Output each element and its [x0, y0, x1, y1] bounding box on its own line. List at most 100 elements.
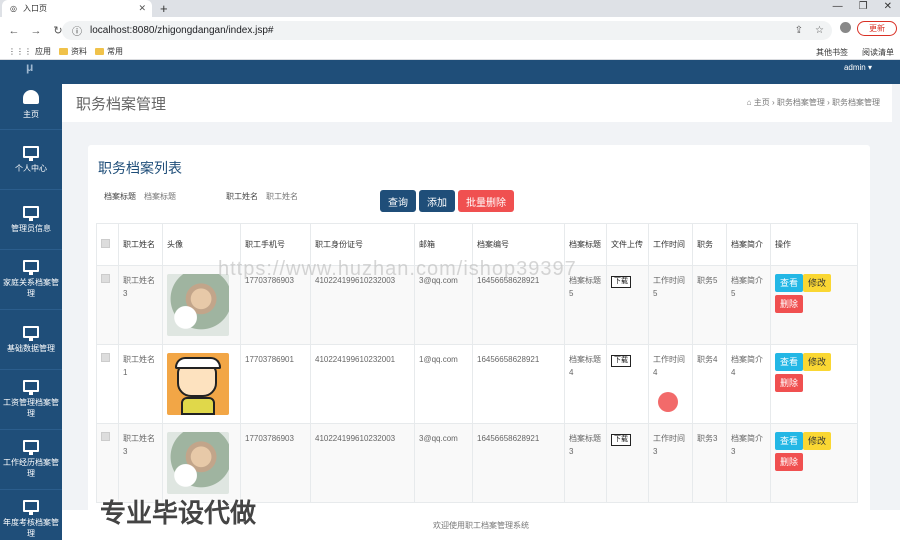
sidebar-item-label: 个人中心 [15, 163, 47, 173]
breadcrumb: ⌂ 主页 › 职务档案管理 › 职务档案管理 [747, 97, 880, 108]
reading-list[interactable]: 阅读清单 [862, 47, 894, 58]
home-icon: ⌂ [746, 98, 752, 107]
row-select-cell [96, 423, 119, 503]
row-checkbox[interactable] [101, 274, 110, 283]
new-tab-button[interactable]: + [160, 1, 168, 16]
monitor-icon [23, 380, 39, 395]
name-search-input[interactable] [266, 192, 336, 201]
back-icon[interactable]: ← [6, 25, 22, 37]
edit-button[interactable]: 修改 [803, 353, 832, 371]
avatar[interactable] [167, 432, 229, 494]
cell-time: 工作时间5 [648, 265, 693, 345]
breadcrumb-current: 职务档案管理 [832, 98, 880, 107]
cell-actions: 查看 修改 删除 [770, 344, 858, 424]
admin-menu[interactable]: admin ▾ [844, 63, 872, 72]
row-checkbox[interactable] [101, 432, 110, 441]
cell-actions: 查看 修改 删除 [770, 423, 858, 503]
sidebar-item-salary[interactable]: 工资管理档案管理 [0, 370, 62, 430]
monitor-icon [23, 205, 39, 221]
view-button[interactable]: 查看 [775, 274, 804, 292]
restore-icon[interactable]: ❐ [859, 1, 868, 12]
sidebar-item-label: 工资管理档案管理 [3, 398, 59, 418]
close-icon[interactable]: ✕ [138, 3, 146, 14]
minimize-icon[interactable]: — [833, 1, 843, 12]
sidebar-item-family[interactable]: 家庭关系档案管理 [0, 250, 62, 310]
cell-time: 工作时间3 [648, 423, 693, 503]
cell-email: 1@qq.com [414, 344, 473, 424]
avatar[interactable] [167, 274, 229, 336]
cell-intro: 档案简介3 [726, 423, 771, 503]
delete-button[interactable]: 删除 [775, 295, 804, 313]
column-header: 文件上传 [606, 223, 649, 266]
star-icon[interactable]: ☆ [815, 25, 824, 36]
breadcrumb-module[interactable]: 职务档案管理 [777, 98, 825, 107]
bookmark-label: 常用 [107, 47, 123, 56]
update-button[interactable]: 更新 [857, 21, 897, 36]
other-bookmarks[interactable]: 其他书签 [816, 47, 848, 58]
folder-icon [59, 48, 68, 55]
column-header: 工作时间 [648, 223, 693, 266]
title-search-input[interactable] [144, 192, 214, 201]
column-header: 操作 [770, 223, 858, 266]
sidebar-item-label: 年度考核档案管理 [3, 518, 59, 538]
bookmarks-bar: ⋮⋮⋮ 应用 资料 常用 其他书签 阅读清单 [0, 44, 900, 60]
download-button[interactable]: 下载 [611, 434, 631, 446]
apps-grid-icon: ⋮⋮⋮ [8, 47, 32, 56]
sidebar-item-basic-data[interactable]: 基础数据管理 [0, 310, 62, 370]
bookmark-docs[interactable]: 资料 [59, 46, 87, 57]
watermark-text: https://www.huzhan.com/ishop39397 [218, 258, 577, 280]
sidebar-item-label: 管理员信息 [11, 223, 51, 233]
close-window-icon[interactable]: ✕ [884, 1, 892, 12]
forward-icon[interactable]: → [28, 25, 44, 37]
view-button[interactable]: 查看 [775, 353, 804, 371]
cell-name: 职工姓名1 [118, 344, 163, 424]
browser-tab[interactable]: ◎ 入口页 ✕ [2, 0, 152, 17]
edit-button[interactable]: 修改 [803, 432, 832, 450]
monitor-icon [23, 325, 39, 341]
cell-title: 档案标题4 [564, 344, 607, 424]
list-card: 职务档案列表 档案标题 职工姓名 查询 添加 批量删除 职工姓名 头像 职工手机… [88, 145, 870, 540]
profile-icon[interactable] [840, 22, 851, 33]
view-button[interactable]: 查看 [775, 432, 804, 450]
sidebar-item-admin[interactable]: 管理员信息 [0, 190, 62, 250]
table-row: 职工姓名1 17703786901 410224199610232001 1@q… [96, 344, 858, 424]
cell-title: 档案标题3 [564, 423, 607, 503]
cell-phone: 17703786903 [240, 423, 311, 503]
page-title: 职务档案管理 [76, 96, 167, 113]
bookmark-common[interactable]: 常用 [95, 46, 123, 57]
cell-intro: 档案简介4 [726, 344, 771, 424]
cell-name: 职工姓名3 [118, 423, 163, 503]
address-bar[interactable]: ⓘ localhost:8080/zhigongdangan/index.jsp… [62, 21, 832, 40]
delete-button[interactable]: 删除 [775, 374, 804, 392]
cell-name: 职工姓名3 [118, 265, 163, 345]
sidebar-item-work-history[interactable]: 工作经历档案管理 [0, 430, 62, 490]
sidebar-item-annual-review[interactable]: 年度考核档案管理 [0, 490, 62, 540]
avatar[interactable] [167, 353, 229, 415]
delete-button[interactable]: 删除 [775, 453, 804, 471]
download-button[interactable]: 下载 [611, 276, 631, 288]
cell-email: 3@qq.com [414, 423, 473, 503]
browser-tabbar: ◎ 入口页 ✕ + — ❐ ✕ [0, 0, 900, 17]
query-button[interactable]: 查询 [380, 190, 416, 212]
bookmark-apps[interactable]: ⋮⋮⋮ 应用 [8, 46, 51, 57]
globe-icon: ◎ [10, 4, 17, 13]
search-label-title: 档案标题 [104, 192, 136, 201]
download-button[interactable]: 下载 [611, 355, 631, 367]
bookmark-label: 资料 [71, 47, 87, 56]
cell-code: 16456658628921 [472, 344, 565, 424]
sidebar-item-personal[interactable]: 个人中心 [0, 130, 62, 190]
row-checkbox[interactable] [101, 353, 110, 362]
info-icon[interactable]: ⓘ [72, 23, 82, 38]
sidebar-item-home[interactable]: 主页 [0, 80, 62, 130]
breadcrumb-home[interactable]: 主页 [754, 98, 770, 107]
cell-phone: 17703786901 [240, 344, 311, 424]
cell-duty: 职务5 [692, 265, 727, 345]
share-icon[interactable]: ⇪ [795, 25, 803, 36]
search-label-name: 职工姓名 [226, 192, 258, 201]
edit-button[interactable]: 修改 [803, 274, 832, 292]
add-button[interactable]: 添加 [419, 190, 455, 212]
url-text: localhost:8080/zhigongdangan/index.jsp# [90, 25, 274, 36]
select-all-checkbox[interactable] [101, 238, 110, 248]
folder-icon [95, 48, 104, 55]
batch-delete-button[interactable]: 批量删除 [458, 190, 514, 212]
